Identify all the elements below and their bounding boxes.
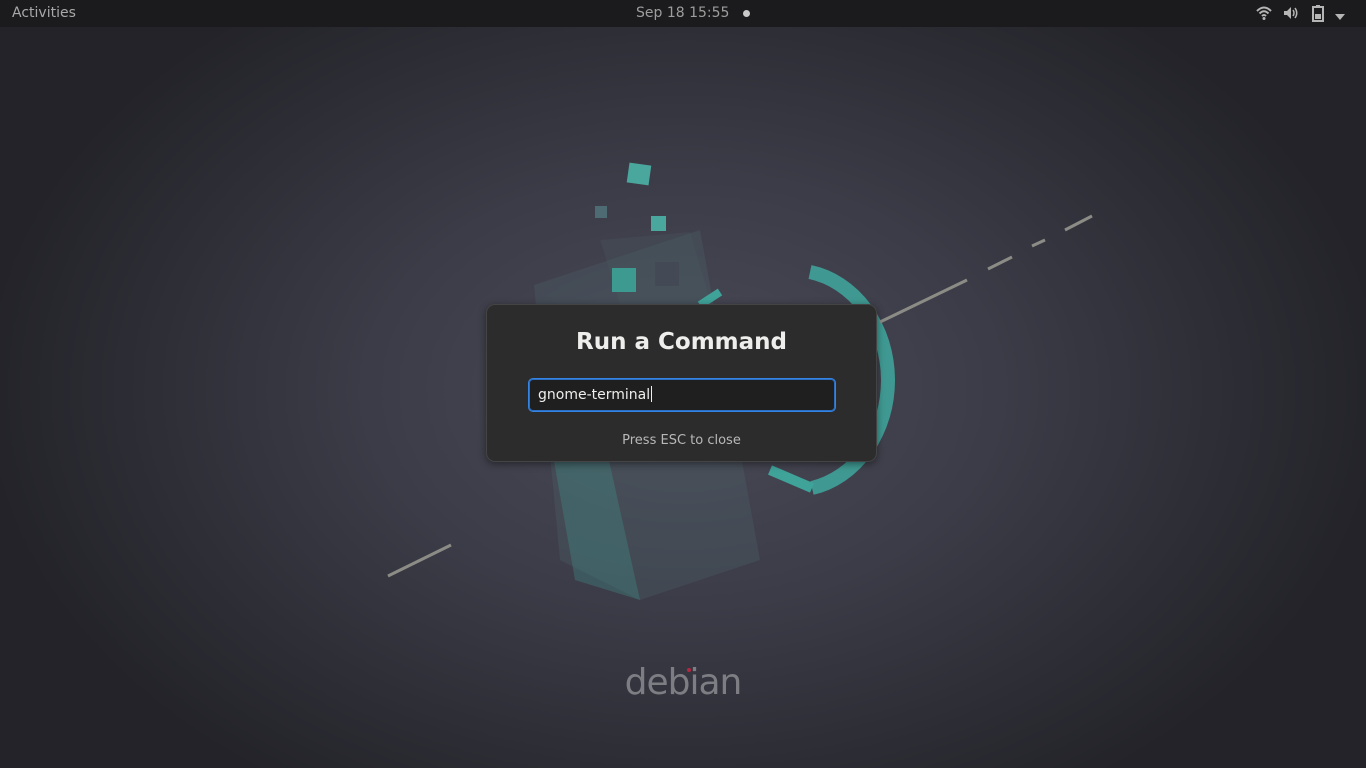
command-input[interactable]: gnome-terminal [528,378,836,412]
battery-icon [1312,5,1324,26]
wifi-icon [1256,5,1272,25]
command-input-text: gnome-terminal [538,387,651,403]
clock[interactable]: Sep 18 15:55 [636,5,729,21]
text-caret [651,386,653,402]
notification-dot-icon [743,10,750,17]
close-hint: Press ESC to close [622,433,741,448]
volume-icon [1283,5,1299,25]
debian-logo-text: debian [624,662,743,703]
top-bar: Activities Sep 18 15:55 [0,0,1366,27]
system-tray[interactable] [1256,5,1356,23]
run-command-dialog: Run a Command gnome-terminal Press ESC t… [486,304,877,462]
system-menu-arrow-icon [1334,9,1346,25]
debian-logo-dot [687,668,691,672]
activities-button[interactable]: Activities [12,5,76,21]
dialog-title: Run a Command [576,329,787,355]
